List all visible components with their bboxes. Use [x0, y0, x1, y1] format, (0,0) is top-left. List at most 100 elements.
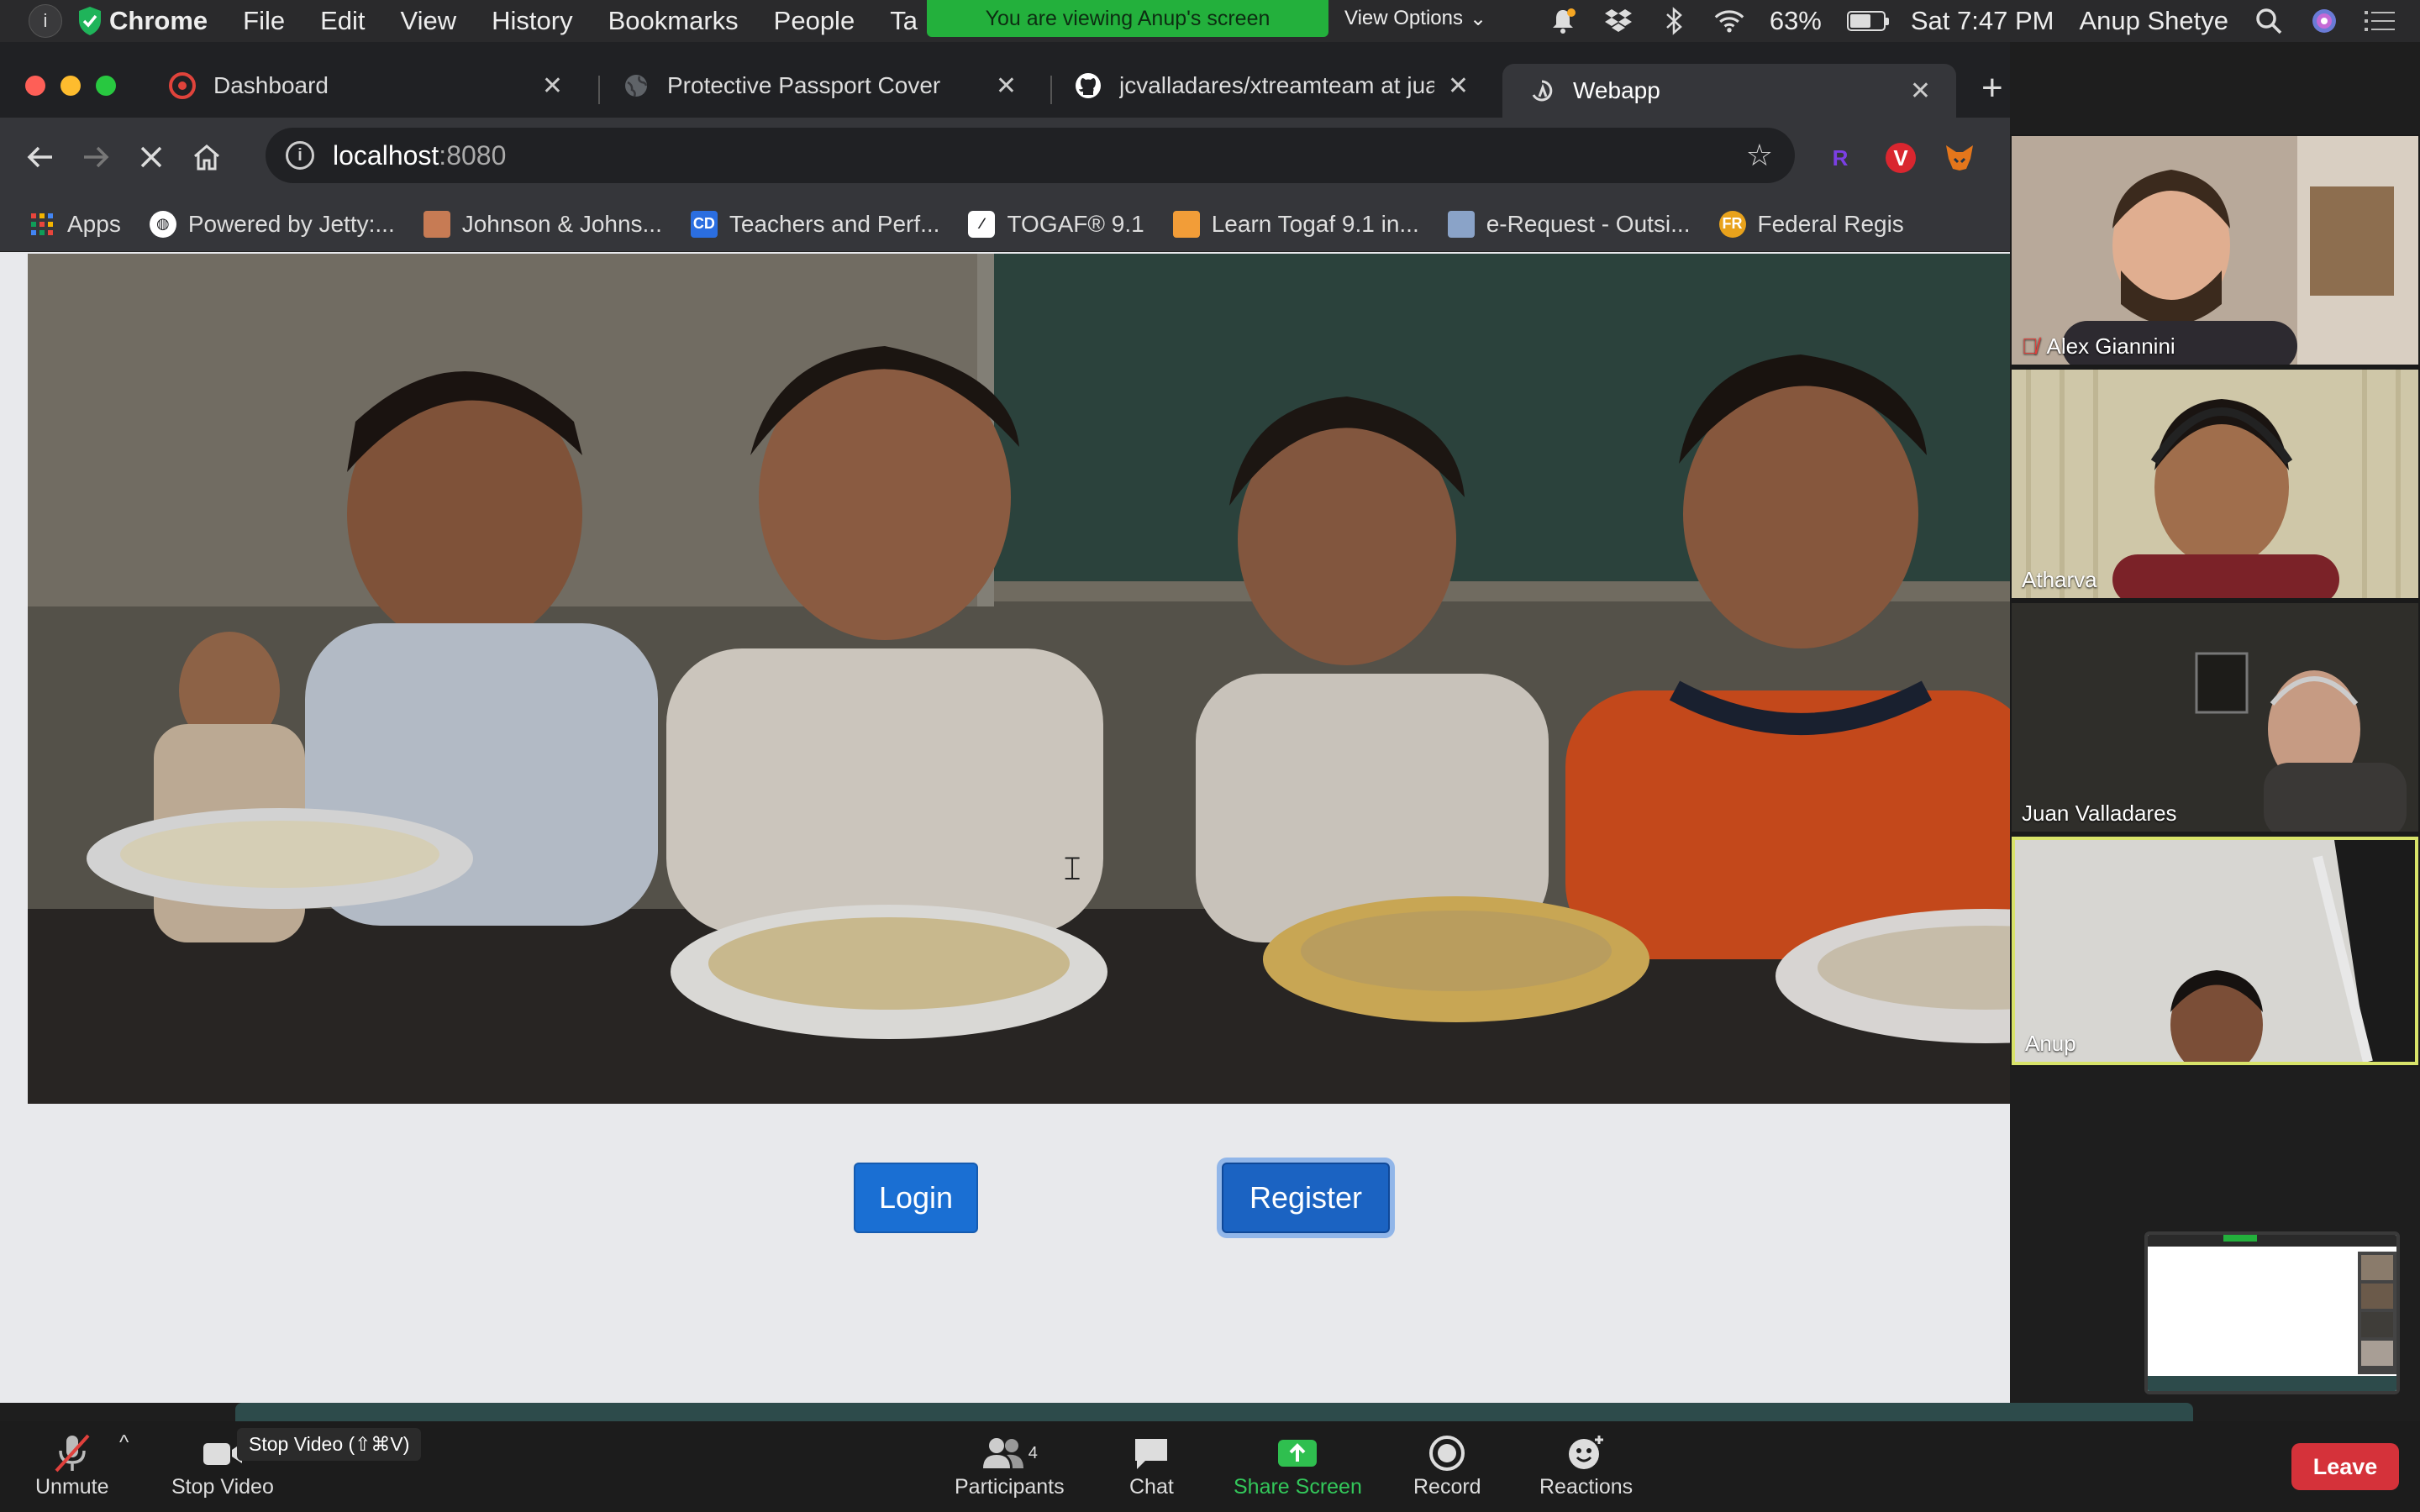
- user-name[interactable]: Anup Shetye: [2079, 6, 2228, 36]
- clock[interactable]: Sat 7:47 PM: [1911, 6, 2054, 36]
- learn-togaf-favicon: [1172, 210, 1200, 238]
- menu-view[interactable]: View: [401, 6, 457, 36]
- menu-app-name[interactable]: Chrome: [109, 6, 208, 36]
- tab-close-icon[interactable]: ✕: [1910, 76, 1931, 106]
- stop-video-tooltip: Stop Video (⇧⌘V): [237, 1428, 422, 1461]
- participants-button[interactable]: 4 Participants: [955, 1431, 1065, 1499]
- participant-name-tag: 🎙̸ Alex Giannini: [2022, 333, 2175, 360]
- hero-photo-illustration: [28, 254, 2010, 1104]
- bookmark-apps[interactable]: Apps: [29, 211, 121, 238]
- notification-center-icon[interactable]: [2365, 6, 2395, 36]
- participant-name: Alex Giannini: [2046, 333, 2175, 359]
- tab-dashboard[interactable]: Dashboard ✕: [143, 60, 588, 111]
- view-options-button[interactable]: View Options ⌄: [1344, 0, 1486, 37]
- bookmark-learn-togaf[interactable]: Learn Togaf 9.1 in...: [1172, 210, 1419, 238]
- reactions-button[interactable]: Reactions: [1539, 1431, 1633, 1499]
- info-icon[interactable]: i: [29, 4, 62, 38]
- close-window-button[interactable]: [25, 76, 45, 96]
- battery-icon[interactable]: [1846, 11, 1889, 31]
- bookmark-e-request[interactable]: e-Request - Outsi...: [1447, 210, 1691, 238]
- menu-people[interactable]: People: [774, 6, 855, 36]
- participant-video-anup[interactable]: Anup: [2012, 837, 2418, 1065]
- tab-webapp[interactable]: Webapp ✕: [1502, 64, 1956, 118]
- minimize-window-button[interactable]: [60, 76, 81, 96]
- chat-bubble-icon: [1132, 1431, 1171, 1475]
- share-screen-button[interactable]: Share Screen: [1234, 1431, 1362, 1499]
- chat-button[interactable]: Chat: [1129, 1431, 1174, 1499]
- new-tab-button[interactable]: +: [1981, 67, 2003, 109]
- muted-mic-icon: 🎙̸: [2022, 333, 2039, 359]
- tab-github-repo[interactable]: jcvalladares/xtreamteam at jua ✕: [1049, 60, 1494, 111]
- zoom-participant-panel: 🎙̸ Alex Giannini Atharva Juan Valladares…: [2010, 134, 2420, 1067]
- register-button[interactable]: Register: [1222, 1163, 1390, 1233]
- site-info-icon[interactable]: i: [286, 141, 314, 170]
- bookmark-togaf[interactable]: ∕ TOGAF® 9.1: [968, 210, 1144, 238]
- battery-percent: 63%: [1769, 6, 1822, 35]
- audio-options-caret[interactable]: ^: [119, 1431, 129, 1455]
- url-port: :8080: [439, 139, 507, 171]
- tab-title: Dashboard: [213, 72, 329, 98]
- participant-name: Atharva: [2022, 567, 2097, 592]
- extension-r-icon[interactable]: R: [1825, 143, 1855, 173]
- fr-favicon: FR: [1718, 210, 1746, 238]
- dropbox-icon[interactable]: [1603, 6, 1634, 36]
- bookmark-federal-register[interactable]: FR Federal Regis: [1718, 210, 1904, 238]
- view-options-label: View Options: [1344, 7, 1463, 29]
- siri-icon[interactable]: [2309, 6, 2339, 36]
- bookmark-jetty[interactable]: ◍ Powered by Jetty:...: [149, 210, 395, 238]
- hero-photo-children-eating: [28, 254, 2010, 1104]
- unmute-button[interactable]: Unmute: [35, 1431, 109, 1499]
- participant-video-alex[interactable]: 🎙̸ Alex Giannini: [2012, 136, 2418, 365]
- spotlight-search-icon[interactable]: [2254, 6, 2284, 36]
- menu-bookmarks[interactable]: Bookmarks: [608, 6, 739, 36]
- menu-edit[interactable]: Edit: [320, 6, 365, 36]
- bookmark-label: TOGAF® 9.1: [1007, 210, 1144, 237]
- participant-name-tag: Juan Valladares: [2022, 801, 2177, 827]
- url-host: localhost: [333, 139, 439, 171]
- tab-close-icon[interactable]: ✕: [1448, 71, 1469, 101]
- globe-icon: ◍: [149, 210, 176, 238]
- address-bar[interactable]: i localhost:8080 ☆: [266, 128, 1795, 183]
- back-arrow-icon[interactable]: [15, 132, 66, 182]
- participant-name-tag: Atharva: [2022, 567, 2097, 593]
- leave-meeting-button[interactable]: Leave: [2291, 1443, 2399, 1490]
- mac-dock: [235, 1403, 2193, 1423]
- tab-close-icon[interactable]: ✕: [542, 71, 563, 101]
- login-button[interactable]: Login: [854, 1163, 978, 1233]
- bookmark-star-icon[interactable]: ☆: [1746, 138, 1773, 173]
- tab-protective-passport-cover[interactable]: Protective Passport Cover ✕: [597, 60, 1042, 111]
- zoom-window-button[interactable]: [96, 76, 116, 96]
- tab-close-icon[interactable]: ✕: [996, 71, 1017, 101]
- tab-title: Protective Passport Cover: [667, 72, 941, 98]
- smiley-icon: [1567, 1431, 1606, 1475]
- shared-screen-thumbnail[interactable]: [2144, 1231, 2400, 1394]
- bookmark-teachers[interactable]: CD Teachers and Perf...: [690, 210, 939, 238]
- stop-loading-icon[interactable]: [126, 132, 176, 182]
- participants-icon: 4: [981, 1431, 1038, 1475]
- participant-video-feed: [2015, 840, 2415, 1062]
- metamask-fox-icon[interactable]: [1944, 143, 1975, 173]
- notification-bell-icon[interactable]: [1548, 6, 1578, 36]
- shield-check-icon[interactable]: [74, 4, 106, 38]
- bookmark-label: Johnson & Johns...: [461, 210, 662, 237]
- menu-history[interactable]: History: [492, 6, 572, 36]
- tab-title: Webapp: [1573, 77, 1660, 103]
- forward-arrow-icon[interactable]: [71, 132, 121, 182]
- home-icon[interactable]: [182, 132, 232, 182]
- participant-video-feed: [2012, 136, 2418, 365]
- menu-left-icons: i: [0, 4, 109, 38]
- dashboard-favicon: [168, 71, 197, 100]
- record-button[interactable]: Record: [1413, 1431, 1481, 1499]
- menu-file[interactable]: File: [243, 6, 285, 36]
- bluetooth-icon[interactable]: [1659, 6, 1689, 36]
- bookmark-johnson[interactable]: Johnson & Johns...: [423, 210, 662, 238]
- participant-video-juan[interactable]: Juan Valladares: [2012, 603, 2418, 832]
- participant-name: Anup: [2025, 1031, 2076, 1056]
- participants-count: 4: [1028, 1443, 1038, 1462]
- participant-video-atharva[interactable]: Atharva: [2012, 370, 2418, 598]
- caret-up-icon: ^: [119, 1431, 129, 1454]
- wifi-icon[interactable]: [1714, 6, 1744, 36]
- extension-v-icon[interactable]: V: [1886, 143, 1916, 173]
- participant-video-feed: [2012, 370, 2418, 598]
- menu-tab[interactable]: Ta: [890, 6, 918, 36]
